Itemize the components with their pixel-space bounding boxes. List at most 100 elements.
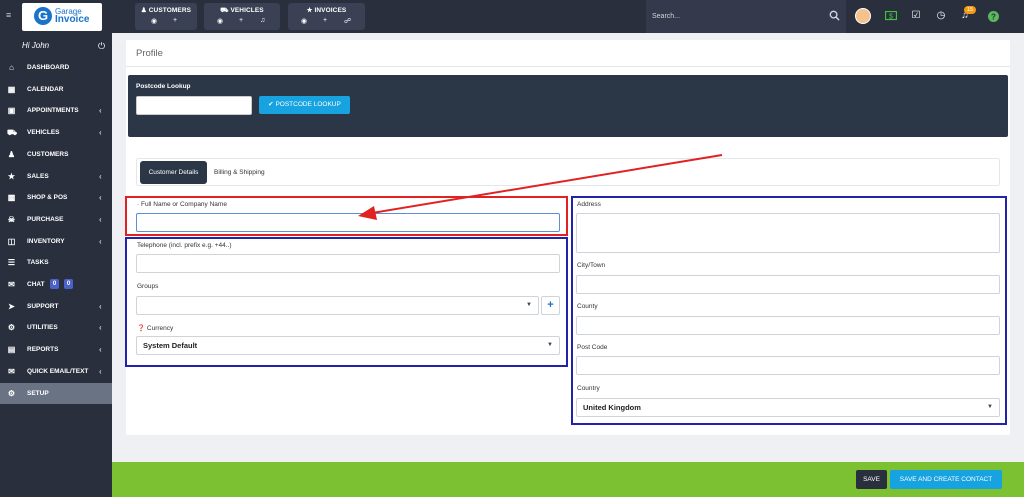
tab-customer-details[interactable]: Customer Details: [140, 161, 207, 184]
sidebar-item-purchase[interactable]: ☠ PURCHASE ‹: [0, 209, 112, 230]
chat-count-badge: 0: [64, 279, 73, 289]
invoices-quick-label: ★ INVOICES: [306, 7, 347, 14]
search-icon[interactable]: [829, 10, 840, 21]
sidebar-item-label: QUICK EMAIL/TEXT: [27, 367, 89, 375]
car-icon: ⛟: [7, 128, 18, 138]
garage-invoice-logo[interactable]: G Garage Invoice: [22, 3, 102, 31]
user-avatar[interactable]: [855, 8, 871, 24]
sidebar-item-label: CUSTOMERS: [27, 150, 69, 158]
annotation-blue-box-right: [571, 196, 1007, 425]
chevron-left-icon[interactable]: ‹: [99, 367, 102, 376]
home-icon: ⌂: [9, 63, 14, 72]
user-icon: ♟: [140, 7, 147, 14]
add-customer-plus-icon[interactable]: +: [173, 17, 177, 24]
sidebar-item-setup[interactable]: ⚙ SETUP: [0, 382, 112, 404]
tab-billing-shipping[interactable]: Billing & Shipping: [214, 161, 265, 184]
footer-bar: SAVE SAVE AND CREATE CONTACT: [112, 462, 1024, 497]
money-icon[interactable]: $: [885, 11, 897, 22]
sidebar-item-label: APPOINTMENTS: [27, 107, 79, 115]
sidebar-item-label: UTILITIES: [27, 324, 58, 332]
chevron-left-icon[interactable]: ‹: [99, 323, 102, 332]
box-icon: ◫: [7, 236, 16, 246]
cogs-icon: ⚙: [7, 323, 16, 333]
chevron-left-icon[interactable]: ‹: [99, 128, 102, 137]
sidebar-item-utilities[interactable]: ⚙ UTILITIES ‹: [0, 317, 112, 338]
chevron-left-icon[interactable]: ‹: [99, 302, 102, 311]
checklist-icon[interactable]: ☑: [910, 10, 922, 22]
postcode-lookup-panel: Postcode Lookup ✔ POSTCODE LOOKUP: [128, 75, 1008, 137]
logo-g-icon: G: [34, 7, 52, 25]
sidebar-item-shop-pos[interactable]: ▩ SHOP & POS ‹: [0, 187, 112, 208]
postcode-lookup-button[interactable]: ✔ POSTCODE LOOKUP: [259, 96, 350, 114]
sidebar-item-quick-email-text[interactable]: ✉ QUICK EMAIL/TEXT ‹: [0, 361, 112, 382]
sidebar-item-calendar[interactable]: ▦ CALENDAR: [0, 79, 112, 100]
chevron-left-icon[interactable]: ‹: [99, 215, 102, 224]
sidebar-item-chat[interactable]: ✉ CHAT 0 0: [0, 274, 112, 295]
vehicles-quick-label: ⛟ VEHICLES: [220, 7, 264, 14]
sidebar-item-sales[interactable]: ★ SALES ‹: [0, 166, 112, 187]
save-button[interactable]: SAVE: [856, 470, 887, 489]
postcode-lookup-label: Postcode Lookup: [136, 83, 191, 90]
view-invoices-eye-icon[interactable]: ◉: [301, 17, 307, 25]
send-icon: ➤: [8, 301, 15, 311]
power-icon[interactable]: ⏻: [98, 41, 105, 52]
chart-icon: ▤: [7, 345, 16, 355]
add-vehicle-plus-icon[interactable]: +: [239, 17, 243, 24]
customers-quick-label: ♟ CUSTOMERS: [140, 7, 192, 14]
top-bar: ≡ G Garage Invoice ♟ CUSTOMERS ◉ + ⛟ VEH…: [0, 0, 1024, 33]
sidebar-item-label: CALENDAR: [27, 85, 64, 93]
sidebar-item-vehicles[interactable]: ⛟ VEHICLES ‹: [0, 122, 112, 143]
search-bar[interactable]: Search...: [646, 0, 846, 33]
clock-icon[interactable]: ◷: [935, 10, 947, 22]
calendar-icon: ▦: [7, 84, 16, 94]
chevron-left-icon[interactable]: ‹: [99, 106, 102, 115]
sidebar-item-label: CHAT: [27, 281, 45, 288]
chat-icon: ✉: [8, 280, 15, 289]
envelope-icon: ✉: [8, 366, 15, 376]
sidebar-item-label: TASKS: [27, 259, 49, 267]
hamburger-menu-icon[interactable]: ≡: [6, 11, 14, 20]
gear-icon: ⚙: [7, 388, 16, 398]
sidebar-item-label: REPORTS: [27, 346, 59, 354]
shop-icon: ▩: [7, 193, 16, 203]
search-input[interactable]: Search...: [652, 13, 680, 20]
car-icon: ⛟: [220, 7, 229, 14]
chevron-left-icon[interactable]: ‹: [99, 193, 102, 202]
postcode-lookup-input[interactable]: [136, 96, 252, 115]
sidebar-item-label: VEHICLES: [27, 129, 60, 137]
sidebar-item-label: SUPPORT: [27, 302, 59, 310]
star-icon: ★: [306, 7, 313, 14]
svg-text:?: ?: [991, 12, 996, 21]
sidebar-item-label: SHOP & POS: [27, 194, 68, 202]
calendar-check-icon: ▣: [7, 106, 16, 116]
help-icon[interactable]: ?: [988, 11, 999, 22]
sidebar-item-appointments[interactable]: ▣ APPOINTMENTS ‹: [0, 100, 112, 121]
title-divider: [126, 66, 1010, 67]
vehicles-quick-group: ⛟ VEHICLES ◉ + ♫: [204, 3, 280, 30]
chevron-left-icon[interactable]: ‹: [99, 345, 102, 354]
save-and-create-contact-button[interactable]: SAVE AND CREATE CONTACT: [890, 470, 1002, 489]
invoice-link-icon[interactable]: ☍: [344, 17, 351, 25]
svg-text:$: $: [889, 14, 893, 21]
sidebar-item-inventory[interactable]: ◫ INVENTORY ‹: [0, 231, 112, 252]
chevron-left-icon[interactable]: ‹: [99, 237, 102, 246]
sidebar-item-customers[interactable]: ♟ CUSTOMERS: [0, 144, 112, 165]
chevron-left-icon[interactable]: ‹: [99, 172, 102, 181]
view-customers-eye-icon[interactable]: ◉: [151, 17, 157, 25]
page-title: Profile: [136, 48, 163, 59]
sidebar-item-label: SETUP: [27, 389, 49, 397]
view-vehicles-eye-icon[interactable]: ◉: [217, 17, 223, 25]
add-invoice-plus-icon[interactable]: +: [323, 17, 327, 24]
vehicle-bell-icon[interactable]: ♫: [260, 17, 265, 24]
sidebar-item-support[interactable]: ➤ SUPPORT ‹: [0, 296, 112, 317]
sidebar-item-dashboard[interactable]: ⌂ DASHBOARD: [0, 57, 112, 78]
chat-count-badge: 0: [50, 279, 59, 289]
customers-quick-group: ♟ CUSTOMERS ◉ +: [135, 3, 197, 30]
star-icon: ★: [7, 171, 16, 181]
greeting: Hi John: [22, 41, 50, 50]
sidebar-item-tasks[interactable]: ☰ TASKS: [0, 252, 112, 273]
invoices-quick-group: ★ INVOICES ◉ + ☍: [288, 3, 365, 30]
annotation-arrow: [358, 154, 723, 220]
logo-line-2: Invoice: [55, 14, 90, 25]
sidebar-item-reports[interactable]: ▤ REPORTS ‹: [0, 339, 112, 360]
